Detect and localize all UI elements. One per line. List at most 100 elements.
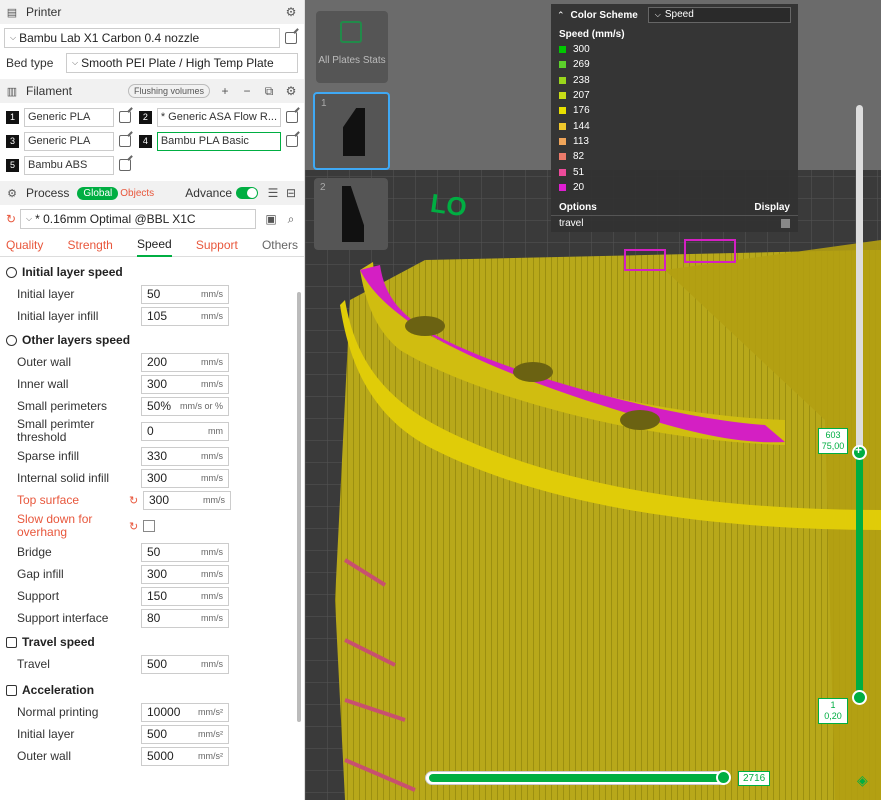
plate-2-thumbnail[interactable]: 2 bbox=[314, 178, 388, 250]
param-label: Support interface bbox=[17, 611, 109, 625]
legend-value: 113 bbox=[573, 135, 589, 147]
filament-name[interactable]: Generic PLA bbox=[24, 107, 114, 127]
flushing-volumes-button[interactable]: Flushing volumes bbox=[127, 84, 210, 98]
layer-slider-fill bbox=[856, 452, 863, 698]
group-initial-layer-speed: Initial layer speed bbox=[0, 261, 304, 283]
collapse-icon[interactable]: ⌃ bbox=[557, 10, 565, 21]
all-plates-label: All Plates Stats bbox=[318, 55, 386, 66]
param-input[interactable]: 5000 mm/s² bbox=[141, 746, 229, 766]
filament-item[interactable]: 2 * Generic ASA Flow R... bbox=[138, 107, 298, 127]
param-input[interactable]: 80 mm/s bbox=[141, 608, 229, 628]
legend-swatch bbox=[559, 107, 566, 115]
param-input[interactable]: 50 mm/s bbox=[141, 542, 229, 562]
tab-support[interactable]: Support bbox=[196, 234, 238, 256]
filament-number: 5 bbox=[6, 158, 19, 172]
edit-icon[interactable] bbox=[286, 111, 298, 123]
all-plates-thumbnail[interactable]: All Plates Stats bbox=[316, 11, 388, 83]
gear-icon[interactable]: ⚙ bbox=[284, 84, 298, 98]
tab-speed[interactable]: Speed bbox=[136, 233, 172, 257]
travel-display-checkbox[interactable] bbox=[781, 218, 790, 228]
layer-bottom-handle[interactable] bbox=[852, 690, 867, 705]
list-icon[interactable]: ☰ bbox=[266, 186, 280, 200]
param-input[interactable]: 50% mm/s or % bbox=[141, 396, 229, 416]
advance-toggle[interactable] bbox=[236, 187, 258, 199]
legend-unit: Speed (mm/s) bbox=[559, 29, 625, 40]
filament-list: 1 Generic PLA 2 * Generic ASA Flow R... … bbox=[0, 103, 304, 179]
param-label: Normal printing bbox=[17, 705, 99, 719]
objects-toggle[interactable]: Objects bbox=[120, 188, 154, 199]
edit-icon[interactable] bbox=[286, 135, 298, 147]
reset-icon[interactable]: ↻ bbox=[6, 212, 20, 226]
reset-icon[interactable]: ↻ bbox=[129, 494, 141, 507]
param-input[interactable]: 300 mm/s bbox=[143, 490, 231, 510]
param-label: Top surface bbox=[17, 493, 80, 507]
filament-number: 1 bbox=[6, 110, 19, 124]
edit-icon[interactable] bbox=[118, 135, 131, 147]
param-input[interactable]: 105 mm/s bbox=[141, 306, 229, 326]
bed-type-select[interactable]: ⌵ Smooth PEI Plate / High Temp Plate bbox=[66, 53, 298, 73]
param-input[interactable]: 10000 mm/s² bbox=[141, 702, 229, 722]
sync-icon[interactable]: ⧉ bbox=[262, 84, 276, 98]
filament-name[interactable]: Bambu PLA Basic bbox=[156, 131, 281, 151]
edit-icon[interactable] bbox=[118, 159, 131, 171]
param-small-perimeter-threshold: Small perimter threshold 0 mm bbox=[0, 417, 304, 445]
group-other-layers-speed: Other layers speed bbox=[0, 329, 304, 351]
param-input[interactable]: 300 mm/s bbox=[141, 374, 229, 394]
global-toggle[interactable]: Global bbox=[77, 186, 119, 200]
legend-swatch bbox=[559, 168, 566, 176]
bed-type-value: Smooth PEI Plate / High Temp Plate bbox=[81, 56, 274, 70]
color-scheme-select[interactable]: ⌵ Speed bbox=[647, 7, 791, 23]
edit-icon[interactable] bbox=[285, 32, 297, 44]
group-title: Other layers speed bbox=[22, 333, 131, 347]
printer-select[interactable]: ⌵ Bambu Lab X1 Carbon 0.4 nozzle bbox=[4, 28, 280, 48]
tab-quality[interactable]: Quality bbox=[6, 234, 43, 256]
param-input[interactable]: 500 mm/s bbox=[141, 654, 229, 674]
param-input[interactable]: 300 mm/s bbox=[141, 468, 229, 488]
param-bridge: Bridge 50 mm/s bbox=[0, 541, 304, 563]
param-input[interactable]: 150 mm/s bbox=[141, 586, 229, 606]
search-icon[interactable]: ⌕ bbox=[284, 212, 298, 226]
param-input[interactable]: 200 mm/s bbox=[141, 352, 229, 372]
filament-number: 4 bbox=[138, 134, 152, 148]
legend-swatch bbox=[559, 61, 566, 69]
gear-icon[interactable]: ⚙ bbox=[284, 5, 298, 19]
filament-item[interactable]: 4 Bambu PLA Basic bbox=[138, 131, 298, 151]
tab-strength[interactable]: Strength bbox=[67, 234, 112, 256]
edit-icon[interactable] bbox=[118, 111, 131, 123]
group-title: Travel speed bbox=[22, 635, 95, 649]
legend-value: 269 bbox=[573, 59, 590, 71]
move-slider-handle[interactable] bbox=[716, 770, 731, 785]
chevron-down-icon: ⌵ bbox=[654, 10, 661, 19]
filament-item[interactable]: 5 Bambu ABS bbox=[6, 155, 131, 175]
filament-name[interactable]: Generic PLA bbox=[24, 131, 114, 151]
param-label: Initial layer infill bbox=[17, 309, 99, 323]
legend-value: 82 bbox=[573, 151, 585, 163]
process-icon: ⚙ bbox=[7, 187, 17, 200]
filament-item[interactable]: 1 Generic PLA bbox=[6, 107, 131, 127]
param-input[interactable]: 330 mm/s bbox=[141, 446, 229, 466]
param-input[interactable]: 50 mm/s bbox=[141, 284, 229, 304]
save-icon[interactable]: ▣ bbox=[264, 212, 278, 226]
param-input[interactable]: 500 mm/s² bbox=[141, 724, 229, 744]
layers-icon[interactable]: ◈ bbox=[857, 772, 868, 789]
layer-top-handle[interactable]: + bbox=[852, 443, 867, 460]
travel-option[interactable]: travel bbox=[551, 214, 798, 231]
filament-item[interactable]: 3 Generic PLA bbox=[6, 131, 131, 151]
plate-1-thumbnail[interactable]: 1 bbox=[313, 92, 390, 170]
remove-icon[interactable]: − bbox=[240, 84, 254, 98]
reset-icon[interactable]: ↻ bbox=[129, 520, 141, 533]
add-icon[interactable]: + bbox=[218, 84, 232, 98]
param-label: Initial layer bbox=[17, 287, 75, 301]
printer-title: Printer bbox=[26, 5, 62, 19]
process-profile-select[interactable]: ⌵ * 0.16mm Optimal @BBL X1C bbox=[20, 209, 256, 229]
param-input[interactable]: 0 mm bbox=[141, 421, 229, 441]
sidebar-scrollbar[interactable] bbox=[297, 292, 301, 722]
filament-name[interactable]: * Generic ASA Flow R... bbox=[156, 107, 281, 127]
compare-icon[interactable]: ⊟ bbox=[284, 186, 298, 200]
filament-name[interactable]: Bambu ABS bbox=[24, 155, 114, 175]
slow-down-overhang-checkbox[interactable] bbox=[143, 520, 155, 532]
param-input[interactable]: 300 mm/s bbox=[141, 564, 229, 584]
tab-others[interactable]: Others bbox=[262, 234, 298, 256]
legend-value: 238 bbox=[573, 74, 590, 86]
legend-swatch bbox=[559, 137, 566, 145]
